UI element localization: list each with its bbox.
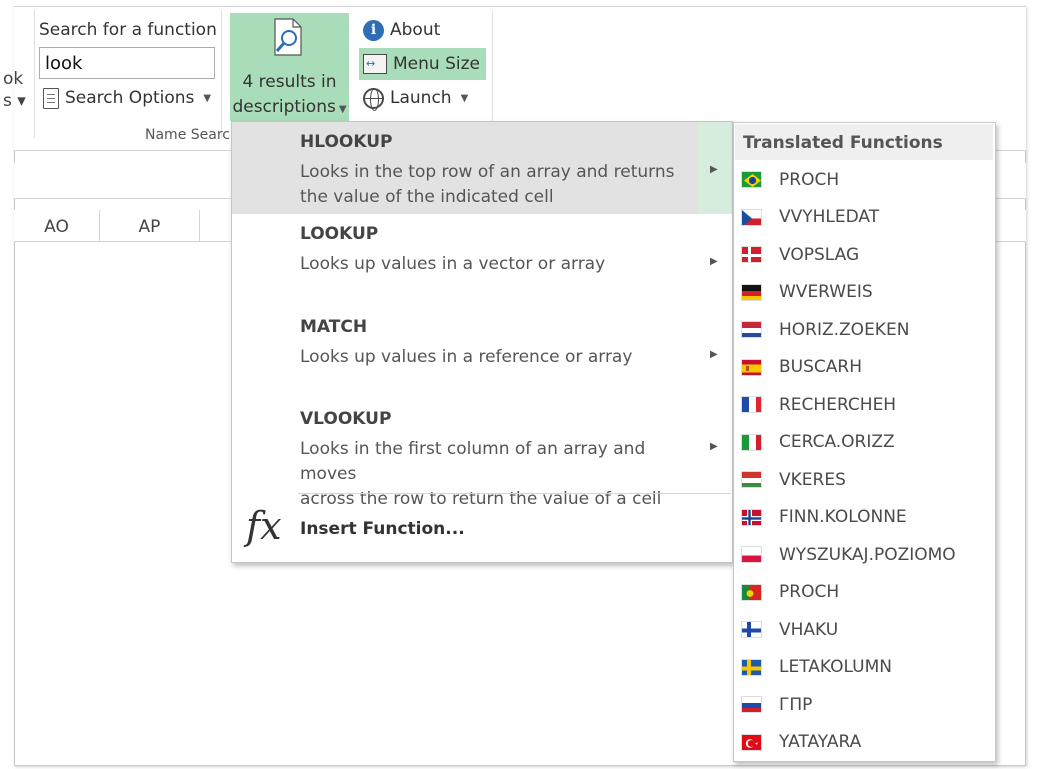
translated-function-item[interactable]: ГПР <box>734 686 995 723</box>
menu-item-hlookup[interactable]: HLOOKUP Looks in the top row of an array… <box>232 122 732 214</box>
italy-flag-icon <box>741 433 762 451</box>
menu-size-button[interactable]: Menu Size <box>359 48 486 80</box>
translated-function-name: VKERES <box>779 469 846 490</box>
results-menu: HLOOKUP Looks in the top row of an array… <box>231 121 733 563</box>
translated-function-name: ГПР <box>779 694 813 715</box>
translated-function-item[interactable]: VVYHLEDAT <box>734 199 995 236</box>
translated-function-name: BUSCARH <box>779 357 862 377</box>
translated-function-item[interactable]: VKERES <box>734 461 995 498</box>
function-description: Looks up values in a vector or array <box>300 254 606 274</box>
function-name: MATCH <box>300 317 368 337</box>
column-header-ao[interactable]: AO <box>14 210 100 242</box>
translated-function-name: PROCH <box>779 582 840 602</box>
poland-flag-icon <box>741 546 762 563</box>
submenu-title: Translated Functions <box>735 124 993 160</box>
search-options-button[interactable]: Search Options ▼ <box>43 85 211 111</box>
netherlands-flag-icon <box>741 321 762 338</box>
translated-function-item[interactable]: YATAYARA <box>734 724 995 761</box>
translated-function-item[interactable]: FINN.KOLONNE <box>734 499 995 536</box>
hungary-flag-icon <box>741 471 762 488</box>
portugal-flag-icon <box>741 583 762 601</box>
ribbon-partial-group[interactable]: ok s ▾ <box>3 68 26 112</box>
info-icon: i <box>363 19 384 41</box>
function-description: Looks in the top row of an array and ret… <box>300 162 675 207</box>
about-button[interactable]: i About <box>359 14 446 46</box>
function-description: Looks up values in a reference or array <box>300 347 633 367</box>
launch-button[interactable]: Launch ▼ <box>359 82 474 114</box>
translated-function-name: YATAYARA <box>779 732 862 752</box>
translated-function-item[interactable]: BUSCARH <box>734 349 995 386</box>
sweden-flag-icon <box>741 658 762 676</box>
search-label: Search for a function <box>39 20 217 40</box>
norway-flag-icon <box>741 508 762 526</box>
translated-function-name: VOPSLAG <box>779 244 860 265</box>
russia-flag-icon <box>741 696 762 713</box>
group-separator <box>221 10 222 138</box>
function-description: Looks in the first column of an array an… <box>300 439 662 509</box>
about-label: About <box>390 20 441 40</box>
function-name: LOOKUP <box>300 224 379 244</box>
insert-function-button[interactable]: Insert Function... <box>300 519 465 539</box>
partial-label-2: s ▾ <box>3 91 26 111</box>
chevron-right-icon: ▶ <box>710 349 718 360</box>
translated-function-item[interactable]: PROCH <box>734 161 995 198</box>
translated-function-name: WYSZUKAJ.POZIOMO <box>779 544 956 565</box>
function-name: HLOOKUP <box>300 132 393 152</box>
results-line-1: 4 results in <box>242 72 337 92</box>
germany-flag-icon <box>741 283 762 301</box>
france-flag-icon <box>741 396 762 413</box>
chevron-right-icon: ▶ <box>710 256 718 267</box>
translated-function-item[interactable]: VHAKU <box>734 611 995 648</box>
partial-label-1: ok <box>3 69 24 89</box>
search-options-label: Search Options <box>65 88 195 108</box>
results-line-2: descriptions ▼ <box>232 97 347 117</box>
document-search-icon <box>274 18 302 56</box>
translated-function-item[interactable]: PROCH <box>734 574 995 611</box>
czech-flag-icon <box>741 208 762 226</box>
chevron-right-icon: ▶ <box>710 441 718 452</box>
function-name: VLOOKUP <box>300 409 392 429</box>
translated-function-name: CERCA.ORIZZ <box>779 432 895 452</box>
chevron-down-icon: ▼ <box>203 92 212 104</box>
function-icon: fx <box>246 504 282 548</box>
document-icon <box>43 87 59 109</box>
translated-function-name: WVERWEIS <box>779 282 873 302</box>
menu-size-label: Menu Size <box>393 54 480 74</box>
finland-flag-icon <box>741 621 762 638</box>
spain-flag-icon <box>741 358 762 376</box>
menu-divider <box>298 493 731 494</box>
translated-function-name: HORIZ.ZOEKEN <box>779 319 910 340</box>
group-separator <box>34 10 35 138</box>
translated-function-item[interactable]: VOPSLAG <box>734 236 995 273</box>
translated-function-name: RECHERCHEH <box>779 394 897 415</box>
denmark-flag-icon <box>741 246 762 263</box>
group-label: Name Searc <box>145 127 230 143</box>
results-button[interactable]: 4 results in descriptions ▼ <box>230 13 349 121</box>
translated-function-item[interactable]: WYSZUKAJ.POZIOMO <box>734 536 995 573</box>
translated-function-item[interactable]: LETAKOLUMN <box>734 649 995 686</box>
translated-function-name: PROCH <box>779 169 840 190</box>
search-input[interactable] <box>39 47 215 79</box>
translated-function-item[interactable]: CERCA.ORIZZ <box>734 424 995 461</box>
translated-function-item[interactable]: WVERWEIS <box>734 274 995 311</box>
turkey-flag-icon <box>741 733 762 751</box>
translated-function-name: VVYHLEDAT <box>779 207 880 227</box>
menu-item-lookup[interactable]: LOOKUP Looks up values in a vector or ar… <box>232 214 732 306</box>
chevron-right-icon: ▶ <box>710 164 718 175</box>
menu-item-vlookup[interactable]: VLOOKUP Looks in the first column of an … <box>232 398 732 509</box>
resize-icon <box>363 54 387 74</box>
translated-functions-submenu: Translated Functions PROCH VVYHLEDAT VOPSL… <box>733 122 996 762</box>
translated-function-name: VHAKU <box>779 619 839 640</box>
brazil-flag-icon <box>741 171 762 188</box>
group-separator <box>492 10 493 138</box>
translated-function-item[interactable]: HORIZ.ZOEKEN <box>734 311 995 348</box>
translated-function-name: FINN.KOLONNE <box>779 507 907 527</box>
translated-function-item[interactable]: RECHERCHEH <box>734 386 995 423</box>
globe-icon <box>363 87 384 111</box>
menu-item-match[interactable]: MATCH Looks up values in a reference or … <box>232 306 732 398</box>
translated-function-name: LETAKOLUMN <box>779 657 892 677</box>
chevron-down-icon: ▼ <box>460 92 469 104</box>
column-header-ap[interactable]: AP <box>100 210 200 242</box>
launch-label: Launch <box>390 88 452 108</box>
